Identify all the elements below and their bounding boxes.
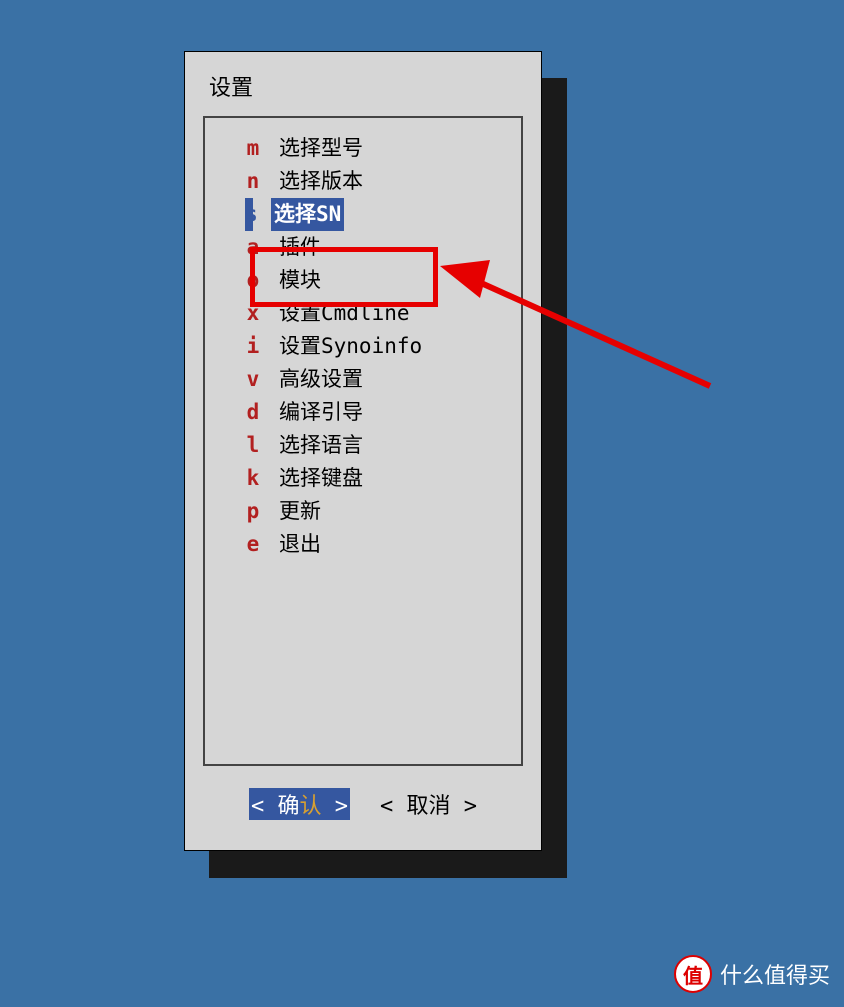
menu-item-modules[interactable]: o 模块 [245,264,513,297]
menu-key: i [245,330,261,363]
cancel-button[interactable]: < 取消 > [380,788,477,820]
menu-label: 选择版本 [279,165,363,198]
menu-item-sn[interactable]: s 选择SN [245,198,513,231]
menu-key: l [245,429,261,462]
ok-button[interactable]: < 确认 > [249,788,350,820]
ok-button-pre: 确 [277,794,299,819]
menu-label: 退出 [279,528,321,561]
menu-key: m [245,132,261,165]
watermark-badge-icon: 值 [674,955,712,993]
menu-item-exit[interactable]: e 退出 [245,528,513,561]
menu-item-update[interactable]: p 更新 [245,495,513,528]
menu-item-version[interactable]: n 选择版本 [245,165,513,198]
menu-label: 选择键盘 [279,462,363,495]
menu-item-build[interactable]: d 编译引导 [245,396,513,429]
menu-key: v [245,363,261,396]
menu-key: p [245,495,261,528]
menu-label: 设置Cmdline [279,297,410,330]
menu-key: o [245,264,261,297]
menu-item-advanced[interactable]: v 高级设置 [245,363,513,396]
menu-key: n [245,165,261,198]
menu-key: x [245,297,261,330]
cancel-button-label: 取消 [407,794,451,819]
menu-label: 更新 [279,495,321,528]
menu-key: a [245,231,261,264]
menu-label: 插件 [279,231,321,264]
ok-button-hotkey: 认 [299,794,321,819]
menu-item-model[interactable]: m 选择型号 [245,132,513,165]
watermark: 值 什么值得买 [674,955,830,993]
menu-label: 选择SN [271,198,344,231]
menu-label: 编译引导 [279,396,363,429]
menu-item-keyboard[interactable]: k 选择键盘 [245,462,513,495]
watermark-text: 什么值得买 [720,958,830,990]
menu-item-synoinfo[interactable]: i 设置Synoinfo [245,330,513,363]
menu-item-addons[interactable]: a 插件 [245,231,513,264]
dialog-title: 设置 [203,70,523,102]
dialog-buttons: < 确认 > < 取消 > [203,788,523,820]
menu-key: e [245,528,261,561]
menu-item-cmdline[interactable]: x 设置Cmdline [245,297,513,330]
menu-list-box: m 选择型号 n 选择版本 s 选择SN a 插件 o 模块 x 设置Cmdli… [203,116,523,766]
menu-label: 选择语言 [279,429,363,462]
settings-dialog: 设置 m 选择型号 n 选择版本 s 选择SN a 插件 o 模块 x 设置Cm… [184,51,542,851]
menu-label: 选择型号 [279,132,363,165]
menu-label: 模块 [279,264,321,297]
menu-label: 设置Synoinfo [279,330,422,363]
menu-key: s [245,198,253,231]
menu-key: d [245,396,261,429]
menu-label: 高级设置 [279,363,363,396]
menu-item-language[interactable]: l 选择语言 [245,429,513,462]
menu-key: k [245,462,261,495]
